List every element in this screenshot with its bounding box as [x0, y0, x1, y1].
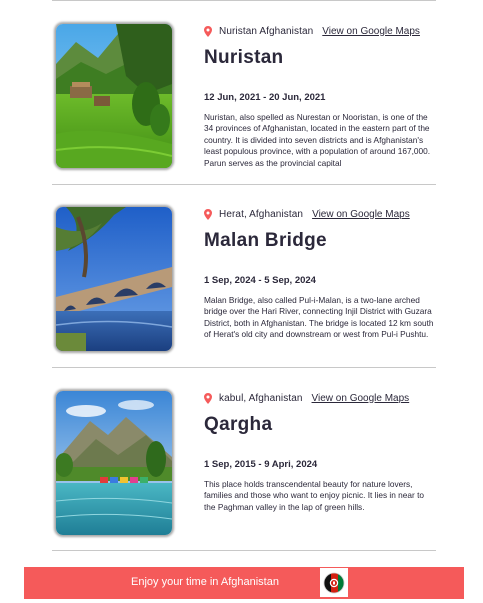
entry-malan-bridge: Herat, Afghanistan View on Google Maps M…: [0, 183, 483, 367]
location-label: Nuristan Afghanistan: [219, 25, 314, 37]
entry-title: Qargha: [204, 414, 273, 435]
google-maps-link[interactable]: View on Google Maps: [322, 26, 420, 37]
divider: [52, 550, 436, 551]
google-maps-link[interactable]: View on Google Maps: [312, 209, 410, 220]
travel-journal-page: Nuristan Afghanistan View on Google Maps…: [0, 0, 483, 603]
nuristan-photo: [56, 24, 172, 168]
entry-dates: 12 Jun, 2021 - 20 Jun, 2021: [204, 92, 326, 103]
location-row: Herat, Afghanistan View on Google Maps: [204, 207, 410, 221]
entry-qargha: kabul, Afghanistan View on Google Maps Q…: [0, 367, 483, 551]
entry-description: Nuristan, also spelled as Nurestan or No…: [204, 112, 431, 168]
entry-dates: 1 Sep, 2024 - 5 Sep, 2024: [204, 275, 316, 286]
entry-title: Malan Bridge: [204, 230, 327, 251]
entry-title: Nuristan: [204, 47, 284, 68]
malan-bridge-photo: [56, 207, 172, 351]
location-label: kabul, Afghanistan: [219, 392, 303, 404]
location-row: Nuristan Afghanistan View on Google Maps: [204, 24, 420, 38]
location-pin-icon: [204, 25, 212, 37]
location-pin-icon: [204, 208, 212, 220]
entry-description: Malan Bridge, also called Pul-i-Malan, i…: [204, 295, 434, 340]
location-label: Herat, Afghanistan: [219, 208, 304, 220]
google-maps-link[interactable]: View on Google Maps: [312, 393, 410, 404]
location-row: kabul, Afghanistan View on Google Maps: [204, 391, 409, 405]
entry-dates: 1 Sep, 2015 - 9 Apri, 2024: [204, 459, 318, 470]
location-pin-icon: [204, 392, 212, 404]
footer-banner: Enjoy your time in Afghanistan: [24, 567, 464, 599]
entry-description: This place holds transcendental beauty f…: [204, 479, 424, 512]
entry-nuristan: Nuristan Afghanistan View on Google Maps…: [0, 0, 483, 184]
afghanistan-flag-icon: [320, 568, 348, 597]
footer-text: Enjoy your time in Afghanistan: [131, 576, 279, 588]
qargha-photo: [56, 391, 172, 535]
